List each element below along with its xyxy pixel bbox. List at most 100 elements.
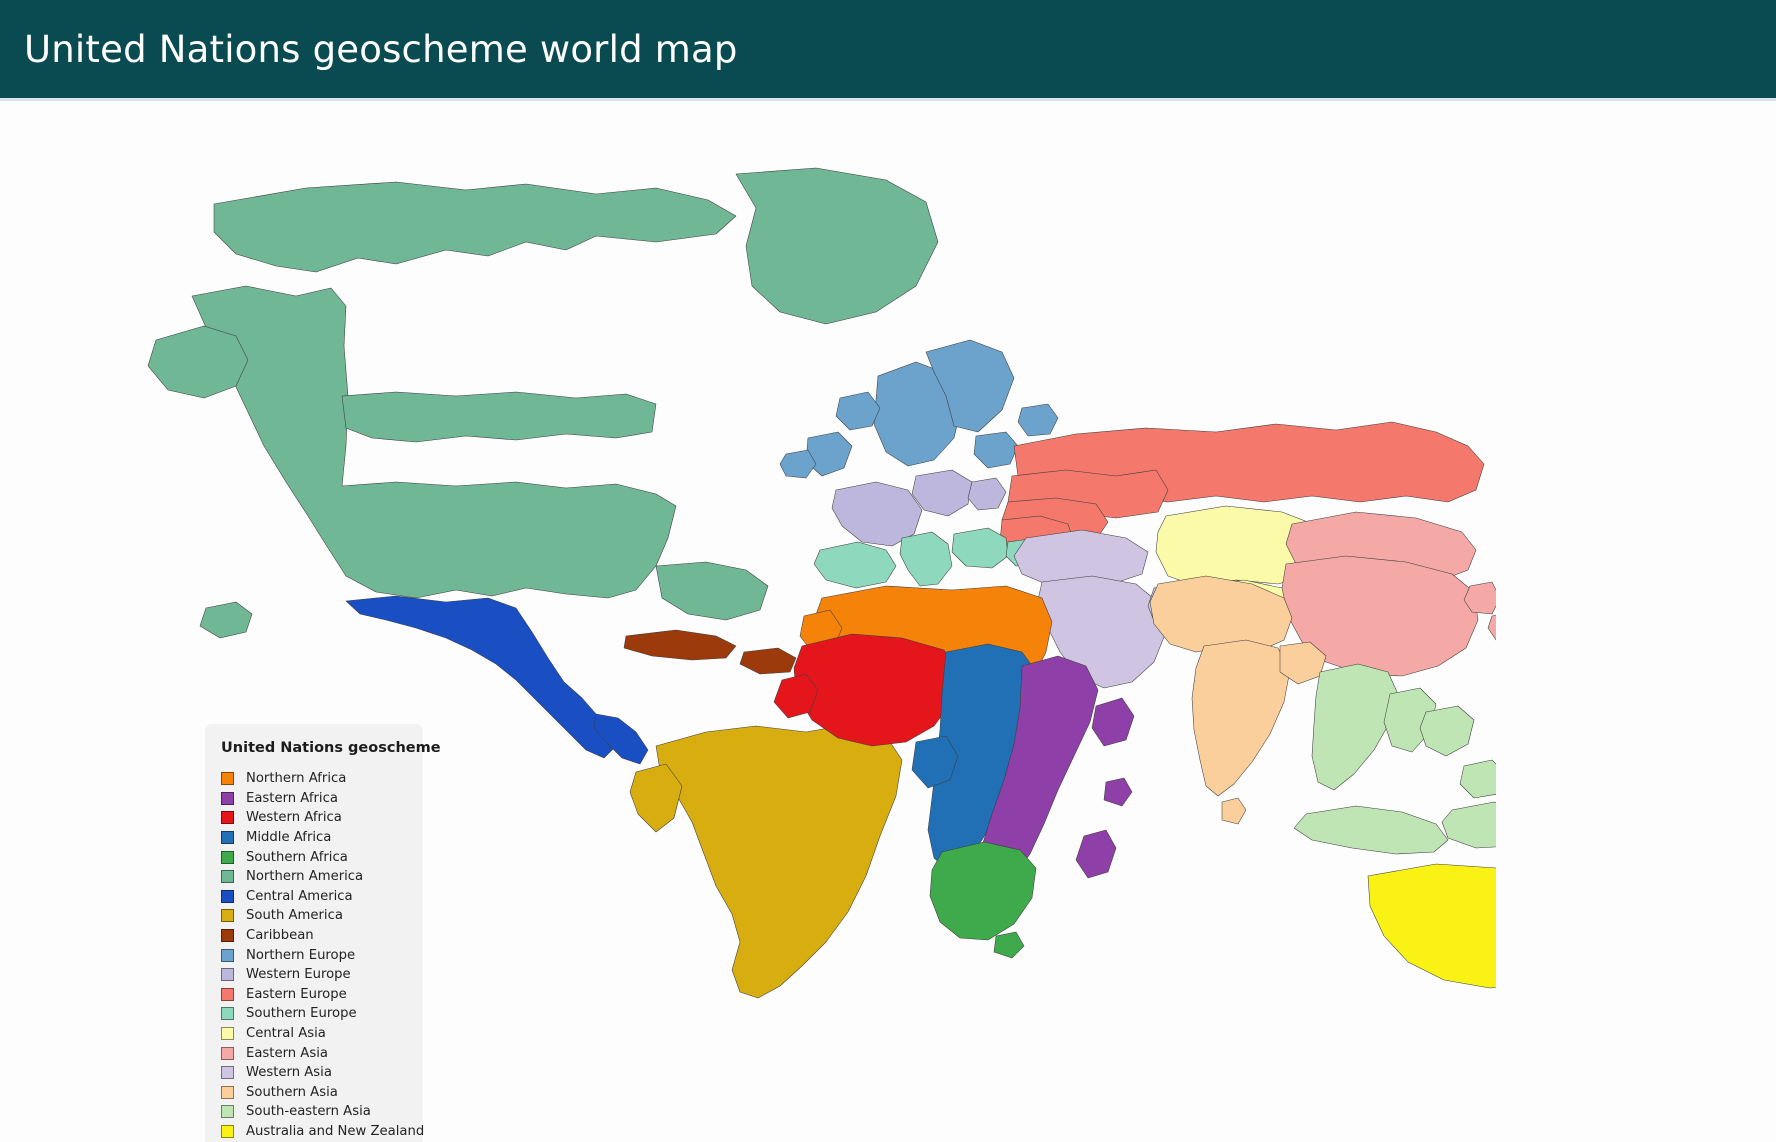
legend-items: Northern Africa Eastern Africa Western Afr… (221, 769, 424, 1142)
legend-item[interactable]: Western Europe (221, 965, 409, 985)
country-shape[interactable] (1293, 805, 1449, 855)
legend-item[interactable]: Northern Europe (221, 945, 409, 965)
legend-color-swatch (221, 1046, 234, 1060)
legend-item-label: Western Asia (246, 1065, 332, 1081)
legend-item-label: Eastern Asia (246, 1045, 328, 1061)
map-legend: United Nations geoscheme Northern Africa… (205, 724, 441, 1142)
country-shape[interactable] (1487, 612, 1496, 642)
legend-item-label: Southern Europe (246, 1006, 357, 1022)
country-shape[interactable] (199, 601, 253, 639)
legend-item[interactable]: Southern Africa (221, 847, 409, 867)
legend-color-swatch (221, 1066, 234, 1080)
legend-item-label: Middle Africa (246, 830, 332, 846)
country-shape[interactable] (735, 167, 939, 325)
country-shape[interactable] (929, 841, 1037, 941)
legend-color-swatch (221, 791, 234, 805)
country-shape[interactable] (1075, 829, 1117, 879)
map-region-south-eastern-asia[interactable] (1293, 663, 1496, 855)
country-shape[interactable] (1441, 801, 1496, 849)
legend-color-swatch (221, 889, 234, 903)
legend-color-swatch (221, 929, 234, 943)
country-shape[interactable] (779, 449, 817, 479)
legend-item-label: Southern Africa (246, 849, 348, 865)
page-header: United Nations geoscheme world map (0, 0, 1776, 98)
country-shape[interactable] (793, 633, 959, 747)
legend-item[interactable]: Northern America (221, 867, 409, 887)
country-shape[interactable] (739, 647, 797, 675)
legend-color-swatch (221, 1124, 234, 1138)
country-shape[interactable] (835, 391, 881, 431)
country-shape[interactable] (813, 541, 897, 589)
country-shape[interactable] (805, 431, 853, 477)
country-shape[interactable] (951, 527, 1009, 569)
legend-item[interactable]: Southern Europe (221, 1004, 409, 1024)
legend-color-swatch (221, 1085, 234, 1099)
country-shape[interactable] (1419, 705, 1475, 757)
legend-item[interactable]: Central Asia (221, 1024, 409, 1044)
country-shape[interactable] (341, 391, 657, 443)
legend-item[interactable]: Central America (221, 887, 409, 907)
legend-item-label: Australia and New Zealand (246, 1123, 425, 1139)
legend-color-swatch (221, 831, 234, 845)
legend-item[interactable]: Australia and New Zealand (221, 1122, 424, 1142)
country-shape[interactable] (655, 561, 769, 621)
country-shape[interactable] (831, 481, 923, 547)
country-shape[interactable] (1191, 639, 1291, 797)
legend-item-label: Central America (246, 888, 353, 904)
legend-item-label: Northern Africa (246, 771, 347, 787)
legend-color-swatch (221, 948, 234, 962)
country-shape[interactable] (1367, 862, 1496, 989)
map-region-australia-and-new-zealand[interactable] (1367, 862, 1496, 1026)
country-shape[interactable] (1459, 759, 1496, 799)
legend-item-label: Northern America (246, 869, 364, 885)
map-region-south-america[interactable] (629, 723, 903, 999)
map-canvas[interactable]: United Nations geoscheme Northern Africa… (0, 101, 1776, 1142)
legend-item[interactable]: Caribbean (221, 926, 409, 946)
country-shape[interactable] (899, 531, 953, 587)
legend-color-swatch (221, 850, 234, 864)
legend-color-swatch (221, 1105, 234, 1119)
country-shape[interactable] (1017, 403, 1059, 437)
legend-item[interactable]: Eastern Africa (221, 789, 409, 809)
country-shape[interactable] (1311, 663, 1399, 791)
legend-item-label: Western Europe (246, 967, 351, 983)
legend-item-label: Eastern Africa (246, 790, 338, 806)
map-region-western-africa[interactable] (773, 633, 959, 747)
legend-color-swatch (221, 870, 234, 884)
legend-item-label: Southern Asia (246, 1084, 338, 1100)
legend-item[interactable]: Middle Africa (221, 828, 409, 848)
legend-item-label: Central Asia (246, 1026, 326, 1042)
country-shape[interactable] (1103, 777, 1133, 807)
legend-item[interactable]: South-eastern Asia (221, 1102, 409, 1122)
country-shape[interactable] (623, 629, 737, 661)
legend-color-swatch (221, 968, 234, 982)
country-shape[interactable] (213, 181, 737, 273)
legend-item[interactable]: Eastern Europe (221, 985, 409, 1005)
legend-color-swatch (221, 811, 234, 825)
country-shape[interactable] (1221, 797, 1247, 825)
legend-item[interactable]: Southern Asia (221, 1083, 409, 1103)
legend-item-label: South America (246, 908, 343, 924)
country-shape[interactable] (1091, 697, 1135, 747)
map-region-southern-africa[interactable] (929, 841, 1037, 959)
legend-color-swatch (221, 1007, 234, 1021)
legend-color-swatch (221, 772, 234, 786)
legend-item-label: South-eastern Asia (246, 1104, 371, 1120)
legend-item[interactable]: Northern Africa (221, 769, 409, 789)
country-shape[interactable] (967, 477, 1007, 511)
country-shape[interactable] (993, 931, 1025, 959)
country-shape[interactable] (655, 723, 903, 999)
country-shape[interactable] (191, 285, 677, 599)
legend-item[interactable]: Eastern Asia (221, 1043, 409, 1063)
legend-color-swatch (221, 987, 234, 1001)
legend-color-swatch (221, 909, 234, 923)
country-shape[interactable] (1013, 529, 1149, 585)
legend-item[interactable]: Western Asia (221, 1063, 409, 1083)
legend-item-label: Western Africa (246, 810, 342, 826)
country-shape[interactable] (147, 325, 249, 399)
country-shape[interactable] (973, 431, 1019, 469)
legend-item[interactable]: South America (221, 906, 409, 926)
legend-item[interactable]: Western Africa (221, 808, 409, 828)
legend-item-label: Eastern Europe (246, 986, 347, 1002)
legend-title: United Nations geoscheme (221, 740, 441, 756)
